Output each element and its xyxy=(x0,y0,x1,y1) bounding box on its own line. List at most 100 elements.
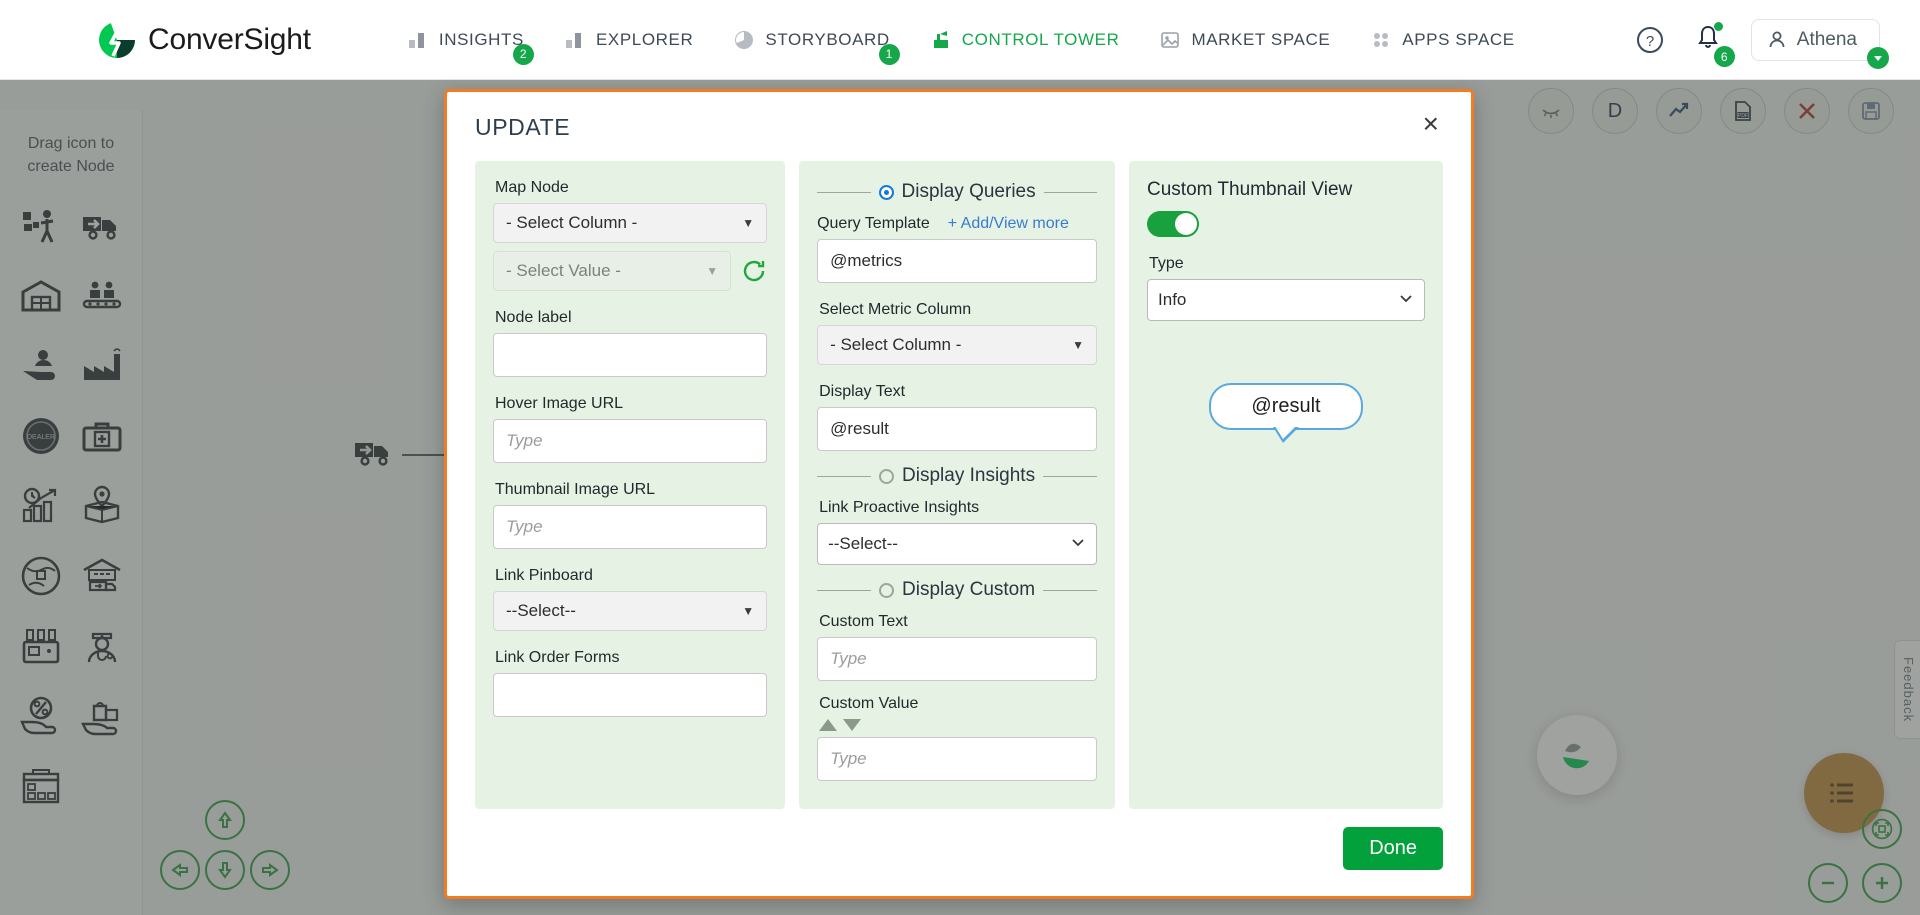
display-custom-radio[interactable] xyxy=(879,582,895,598)
user-name: Athena xyxy=(1796,28,1857,50)
display-text-label: Display Text xyxy=(819,383,906,400)
map-node-column-value: - Select Column - xyxy=(506,213,638,232)
person-icon xyxy=(1769,31,1785,47)
select-metric-column-select[interactable]: - Select Column - ▼ xyxy=(817,325,1098,365)
nav-item-control-tower[interactable]: CONTROL TOWER xyxy=(930,29,1120,51)
link-pinboard-select[interactable]: --Select-- ▼ xyxy=(493,591,768,631)
modal-title: UPDATE xyxy=(475,114,571,140)
add-view-more-link[interactable]: + Add/View more xyxy=(948,215,1069,233)
preview-bubble-text: @result xyxy=(1251,395,1321,417)
close-icon[interactable]: × xyxy=(1419,110,1443,138)
bar-chart-icon xyxy=(564,29,586,51)
custom-thumbnail-view-toggle[interactable] xyxy=(1147,211,1200,237)
chevron-down-icon xyxy=(1070,534,1086,555)
custom-value-input[interactable]: Type xyxy=(817,737,1098,781)
svg-text:?: ? xyxy=(1646,33,1654,50)
nav-label: STORYBOARD xyxy=(765,29,890,49)
hover-image-url-label: Hover Image URL xyxy=(495,395,624,412)
chevron-down-icon xyxy=(1398,290,1414,311)
divider-line xyxy=(817,475,872,477)
display-insights-radio[interactable] xyxy=(879,468,895,484)
display-text-input[interactable]: @result xyxy=(817,407,1098,451)
clock-pie-icon xyxy=(733,29,755,51)
thumbnail-image-url-input[interactable]: Type xyxy=(493,505,768,549)
apps-grid-icon xyxy=(1370,29,1392,51)
map-node-column-select[interactable]: - Select Column - ▼ xyxy=(493,203,768,243)
query-template-label-row: Query Template + Add/View more xyxy=(817,215,1097,233)
node-label-label: Node label xyxy=(495,309,572,326)
brand-name: ConverSight xyxy=(148,22,311,56)
query-template-input[interactable]: @metrics xyxy=(817,239,1098,283)
nav-item-storyboard[interactable]: STORYBOARD 1 xyxy=(733,29,900,65)
link-proactive-insights-select[interactable]: --Select-- xyxy=(817,523,1098,565)
divider-line xyxy=(1043,589,1098,591)
custom-thumbnail-view-title: Custom Thumbnail View xyxy=(1147,179,1353,200)
type-value: Info xyxy=(1158,290,1187,309)
chevron-down-icon: ▼ xyxy=(742,604,755,618)
chevron-down-icon: ▼ xyxy=(1072,338,1085,352)
type-select[interactable]: Info xyxy=(1147,279,1425,321)
link-pinboard-label: Link Pinboard xyxy=(495,567,593,584)
display-custom-label: Display Custom xyxy=(902,579,1036,600)
link-pinboard-value: --Select-- xyxy=(506,601,576,620)
query-template-label: Query Template xyxy=(817,215,930,232)
chevron-down-icon: ▼ xyxy=(706,264,719,278)
help-circle-icon[interactable]: ? xyxy=(1635,25,1665,55)
market-space-icon xyxy=(1159,29,1181,51)
select-metric-column-label: Select Metric Column xyxy=(819,301,972,318)
node-label-input[interactable] xyxy=(493,333,768,377)
thumbnail-preview: @result xyxy=(1147,383,1425,443)
display-options-panel: Display Queries Query Template + Add/Vie… xyxy=(799,161,1116,809)
select-metric-column-value: - Select Column - xyxy=(830,335,962,354)
map-node-value-select[interactable]: - Select Value - ▼ xyxy=(493,251,732,291)
top-right-actions: ? 6 Athena xyxy=(1635,18,1889,69)
bell-status-dot xyxy=(1713,22,1723,31)
link-order-forms-input[interactable] xyxy=(493,673,768,717)
chevron-down-icon: ▼ xyxy=(742,216,755,230)
nav-item-market-space[interactable]: MARKET SPACE xyxy=(1159,29,1330,51)
modal-header: UPDATE × xyxy=(447,92,1471,149)
done-button[interactable]: Done xyxy=(1343,827,1443,870)
divider-line xyxy=(817,589,872,591)
nav-item-explorer[interactable]: EXPLORER xyxy=(564,29,693,51)
control-tower-icon xyxy=(930,29,952,51)
nav-label: MARKET SPACE xyxy=(1191,29,1331,49)
custom-text-input[interactable]: Type xyxy=(817,637,1098,681)
refresh-icon[interactable] xyxy=(741,258,767,284)
update-node-modal: UPDATE × Map Node - Select Column - ▼ - … xyxy=(444,89,1474,899)
custom-thumbnail-view-panel: Custom Thumbnail View Type Info @result xyxy=(1129,161,1443,809)
nav-label: APPS SPACE xyxy=(1402,29,1515,49)
type-label: Type xyxy=(1149,255,1184,272)
nav-label: EXPLORER xyxy=(595,29,694,49)
link-order-forms-label: Link Order Forms xyxy=(495,649,620,666)
display-custom-section-header[interactable]: Display Custom xyxy=(817,579,1098,601)
chevron-down-icon[interactable] xyxy=(1867,46,1889,69)
preview-bubble: @result xyxy=(1209,383,1363,443)
link-proactive-insights-label: Link Proactive Insights xyxy=(819,499,980,516)
custom-text-label: Custom Text xyxy=(819,613,908,630)
custom-value-label: Custom Value xyxy=(819,695,919,712)
hover-image-url-input[interactable]: Type xyxy=(493,419,768,463)
nav-item-insights[interactable]: INSIGHTS 2 xyxy=(407,29,534,65)
stepper-down-icon[interactable] xyxy=(843,719,862,731)
divider-line xyxy=(1043,475,1098,477)
user-menu[interactable]: Athena xyxy=(1750,18,1889,69)
nav-badge: 2 xyxy=(512,43,534,65)
nav-item-apps-space[interactable]: APPS SPACE xyxy=(1370,29,1514,51)
stepper-up-icon[interactable] xyxy=(819,719,838,731)
notifications-bell[interactable]: 6 xyxy=(1693,22,1735,67)
divider-line xyxy=(1043,191,1098,193)
display-insights-section-header[interactable]: Display Insights xyxy=(817,465,1098,487)
toggle-knob xyxy=(1175,213,1198,235)
conversight-logo-icon xyxy=(96,19,138,61)
nav-badge: 1 xyxy=(878,43,900,65)
map-node-panel: Map Node - Select Column - ▼ - Select Va… xyxy=(475,161,786,809)
display-queries-radio[interactable] xyxy=(878,184,894,200)
display-queries-section-header[interactable]: Display Queries xyxy=(817,181,1098,203)
brand-logo[interactable]: ConverSight xyxy=(96,19,311,61)
link-proactive-insights-value: --Select-- xyxy=(828,534,898,553)
top-navigation-bar: ConverSight INSIGHTS 2 EXPLORER STORYBOA… xyxy=(0,0,1920,80)
bell-badge: 6 xyxy=(1713,46,1735,67)
display-insights-label: Display Insights xyxy=(902,465,1036,486)
modal-body: Map Node - Select Column - ▼ - Select Va… xyxy=(447,149,1471,809)
